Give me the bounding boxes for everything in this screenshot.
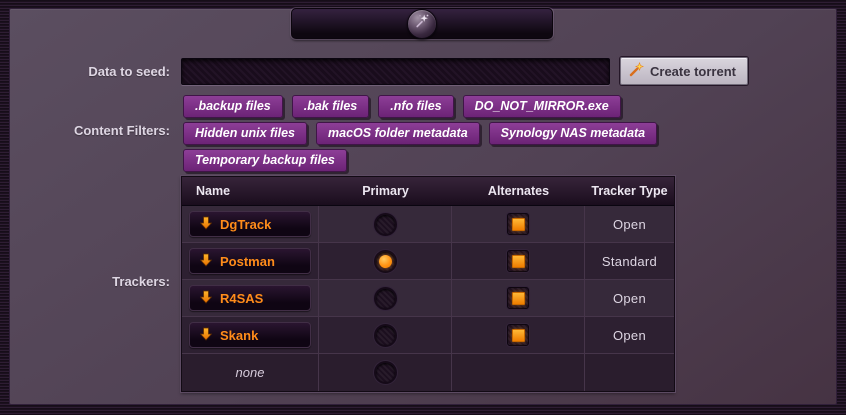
alternates-checkbox[interactable]: [507, 213, 529, 235]
tracker-name-button[interactable]: DgTrack: [189, 211, 311, 237]
tracker-primary-cell: [319, 317, 452, 354]
filter-chip-row: Hidden unix files macOS folder metadata Sy…: [183, 122, 657, 145]
filter-chip[interactable]: Synology NAS metadata: [489, 122, 657, 145]
tracker-primary-cell: [319, 354, 452, 391]
create-torrent-button[interactable]: Create torrent: [620, 57, 748, 85]
primary-radio[interactable]: [374, 324, 397, 347]
tracker-type-cell: Open: [585, 280, 674, 317]
column-header-tracker-type: Tracker Type: [585, 177, 674, 206]
tracker-name-cell: Skank: [182, 317, 319, 354]
filter-chip[interactable]: DO_NOT_MIRROR.exe: [463, 95, 621, 118]
column-header-primary: Primary: [319, 177, 452, 206]
tracker-type-cell: [585, 354, 674, 391]
tracker-type-label: Open: [613, 217, 646, 232]
filter-chip[interactable]: Hidden unix files: [183, 122, 307, 145]
alternates-checkbox[interactable]: [507, 287, 529, 309]
tracker-name-button[interactable]: Postman: [189, 248, 311, 274]
alternates-checkbox[interactable]: [507, 324, 529, 346]
content-filters-label: Content Filters:: [0, 123, 170, 138]
download-arrow-icon: [200, 216, 212, 233]
tracker-name-label: R4SAS: [220, 291, 263, 306]
filter-chip[interactable]: .bak files: [292, 95, 370, 118]
primary-radio[interactable]: [374, 250, 397, 273]
tracker-none-label: none: [236, 365, 265, 380]
top-handle-bar: [291, 8, 553, 39]
tracker-type-cell: Open: [585, 206, 674, 243]
radio-dot: [379, 255, 392, 268]
primary-radio[interactable]: [374, 361, 397, 384]
tracker-name-button[interactable]: R4SAS: [189, 285, 311, 311]
checkbox-mark: [512, 292, 525, 305]
tracker-alternates-cell: [452, 354, 585, 391]
tracker-primary-cell: [319, 280, 452, 317]
data-to-seed-label: Data to seed:: [0, 64, 170, 79]
tracker-name-cell: Postman: [182, 243, 319, 280]
tracker-name-label: Skank: [220, 328, 258, 343]
checkbox-mark: [512, 218, 525, 231]
tracker-name-cell: R4SAS: [182, 280, 319, 317]
tracker-alternates-cell: [452, 317, 585, 354]
tracker-type-label: Standard: [602, 254, 657, 269]
tracker-name-label: DgTrack: [220, 217, 271, 232]
download-arrow-icon: [200, 327, 212, 344]
magic-wand-icon: [629, 62, 644, 80]
tracker-primary-cell: [319, 206, 452, 243]
column-header-name: Name: [182, 177, 319, 206]
tracker-name-cell: DgTrack: [182, 206, 319, 243]
filter-chip-rows: .backup files .bak files .nfo files DO_NOT_…: [183, 95, 657, 172]
tracker-alternates-cell: [452, 280, 585, 317]
checkbox-mark: [512, 329, 525, 342]
tracker-alternates-cell: [452, 243, 585, 280]
tracker-type-label: Open: [613, 328, 646, 343]
wand-knob-button[interactable]: [407, 9, 437, 39]
trackers-label: Trackers:: [0, 274, 170, 289]
primary-radio[interactable]: [374, 287, 397, 310]
tracker-type-label: Open: [613, 291, 646, 306]
alternates-checkbox[interactable]: [507, 250, 529, 272]
tracker-primary-cell: [319, 243, 452, 280]
create-torrent-label: Create torrent: [650, 64, 736, 79]
filter-chip-row: .backup files .bak files .nfo files DO_NOT_…: [183, 95, 657, 118]
sparkle-wand-icon: [414, 13, 430, 34]
tracker-name-button[interactable]: Skank: [189, 322, 311, 348]
filter-chip[interactable]: .backup files: [183, 95, 283, 118]
tracker-alternates-cell: [452, 206, 585, 243]
filter-chip-row: Temporary backup files: [183, 149, 657, 172]
column-header-alternates: Alternates: [452, 177, 585, 206]
tracker-type-cell: Standard: [585, 243, 674, 280]
trackers-table: Name Primary Alternates Tracker Type DgT…: [181, 176, 675, 392]
filter-chip[interactable]: Temporary backup files: [183, 149, 347, 172]
data-to-seed-input[interactable]: [181, 58, 610, 85]
download-arrow-icon: [200, 290, 212, 307]
filter-chip[interactable]: .nfo files: [378, 95, 453, 118]
tracker-type-cell: Open: [585, 317, 674, 354]
primary-radio[interactable]: [374, 213, 397, 236]
tracker-name-cell: none: [182, 354, 319, 391]
download-arrow-icon: [200, 253, 212, 270]
tracker-name-label: Postman: [220, 254, 275, 269]
checkbox-mark: [512, 255, 525, 268]
filter-chip[interactable]: macOS folder metadata: [316, 122, 480, 145]
